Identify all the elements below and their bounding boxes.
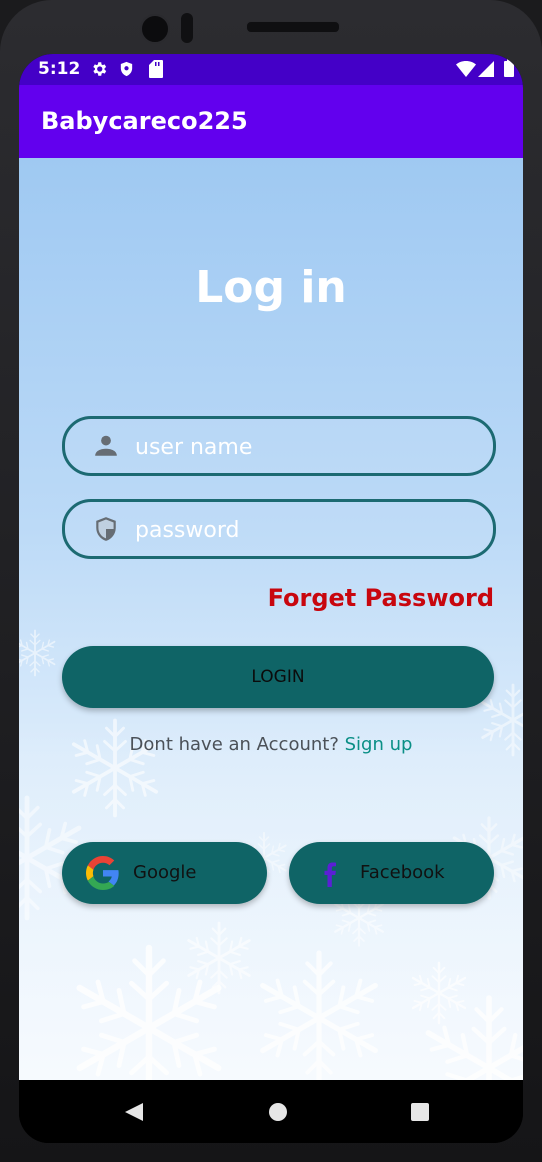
google-icon — [86, 856, 119, 890]
wifi-icon — [456, 61, 476, 77]
app-title: Babycareco225 — [41, 107, 248, 135]
login-button[interactable]: LOGIN — [62, 646, 494, 708]
home-icon[interactable] — [268, 1102, 288, 1122]
recents-icon[interactable] — [410, 1102, 430, 1122]
gear-icon — [93, 62, 107, 76]
shield-icon — [96, 517, 116, 541]
phone-frame: 5:12 Babycareco225 Log in user name Forg… — [0, 0, 542, 1162]
sd-card-icon — [149, 60, 163, 78]
username-input[interactable] — [133, 425, 477, 469]
front-camera — [140, 14, 170, 44]
facebook-login-button[interactable]: Facebook — [289, 842, 494, 904]
earpiece-speaker — [246, 21, 340, 33]
navigation-bar — [19, 1080, 523, 1143]
signal-icon — [478, 61, 494, 77]
signup-prompt-text: Dont have an Account? — [129, 734, 339, 755]
username-field[interactable] — [62, 416, 496, 476]
facebook-label: Facebook — [360, 862, 445, 883]
shield-icon — [120, 61, 133, 77]
back-icon[interactable] — [124, 1102, 144, 1122]
forgot-password-link[interactable]: Forget Password — [268, 584, 494, 612]
proximity-sensor — [181, 13, 193, 43]
status-bar: 5:12 — [19, 54, 523, 85]
app-bar: Babycareco225 — [19, 85, 523, 158]
facebook-icon — [324, 862, 336, 887]
signup-link[interactable]: Sign up — [345, 734, 413, 755]
password-input[interactable] — [133, 508, 477, 552]
page-title: Log in — [195, 262, 347, 313]
person-icon — [95, 435, 117, 456]
google-login-button[interactable]: Google — [62, 842, 267, 904]
login-screen: Log in Forget Password LOGIN Dont have a… — [19, 158, 523, 1080]
password-field[interactable] — [62, 499, 496, 559]
signup-prompt: Dont have an Account? Sign up — [19, 734, 523, 755]
status-time: 5:12 — [38, 59, 81, 79]
device-screen: 5:12 Babycareco225 Log in user name Forg… — [19, 54, 523, 1143]
battery-icon — [504, 59, 514, 77]
google-label: Google — [133, 862, 197, 883]
